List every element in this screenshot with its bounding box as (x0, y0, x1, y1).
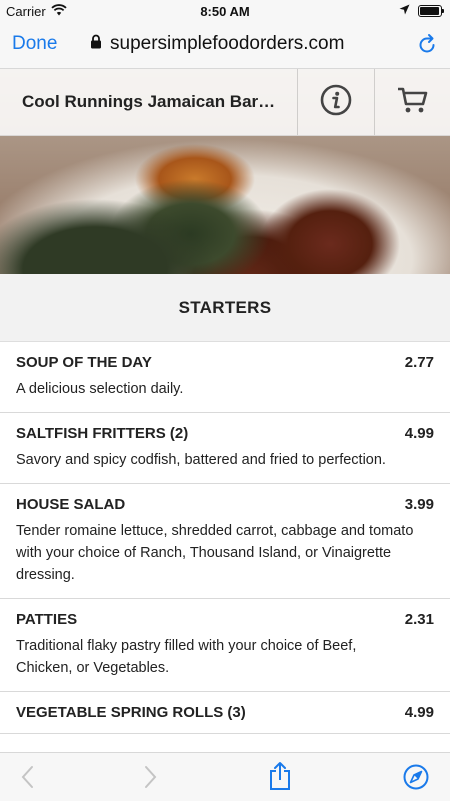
location-arrow-icon (399, 3, 410, 18)
forward-icon[interactable] (142, 765, 158, 794)
menu-item-description: Savory and spicy codfish, battered and f… (16, 452, 386, 468)
section-header: STARTERS (0, 274, 450, 342)
menu-item[interactable]: VEGETABLE SPRING ROLLS (3) 4.99 (0, 692, 450, 734)
menu-item-row: SOUP OF THE DAY 2.77 (16, 354, 434, 371)
restaurant-name: Cool Runnings Jamaican Bar & Grill (22, 92, 277, 111)
browser-toolbar (0, 752, 450, 801)
lock-icon (90, 33, 102, 55)
cart-icon (396, 85, 430, 120)
menu-item-row: SALTFISH FRITTERS (2) 4.99 (16, 425, 434, 442)
status-time: 8:50 AM (200, 4, 250, 19)
menu-item-name: VEGETABLE SPRING ROLLS (3) (16, 704, 246, 721)
info-button[interactable] (298, 69, 374, 135)
section-title: STARTERS (178, 298, 272, 317)
menu-item-price: 2.77 (404, 354, 434, 371)
menu-item[interactable]: HOUSE SALAD 3.99 Tender romaine lettuce,… (0, 484, 450, 599)
share-icon[interactable] (268, 761, 292, 796)
compass-icon[interactable] (403, 764, 429, 795)
menu-item-name: HOUSE SALAD (16, 496, 126, 513)
browser-address-bar: Done supersimplefoodorders.com (0, 22, 450, 69)
menu-item[interactable]: PATTIES 2.31 Traditional flaky pastry fi… (0, 599, 450, 692)
menu-item-row: VEGETABLE SPRING ROLLS (3) 4.99 (16, 704, 434, 721)
url-field[interactable]: supersimplefoodorders.com (90, 33, 344, 55)
status-bar: Carrier 8:50 AM (0, 0, 450, 22)
menu-item-price: 4.99 (404, 425, 434, 442)
menu-item-name: SOUP OF THE DAY (16, 354, 152, 371)
menu-item-name: PATTIES (16, 611, 78, 628)
back-icon[interactable] (20, 765, 36, 794)
menu-list: SOUP OF THE DAY 2.77 A delicious selecti… (0, 342, 450, 734)
battery-icon (418, 4, 444, 17)
menu-item[interactable]: SALTFISH FRITTERS (2) 4.99 Savory and sp… (0, 413, 450, 484)
menu-item-price: 2.31 (404, 611, 434, 628)
menu-item-price: 4.99 (404, 704, 434, 721)
info-icon (320, 84, 352, 121)
reload-icon[interactable] (416, 33, 438, 60)
restaurant-header: Cool Runnings Jamaican Bar & Grill (0, 69, 450, 136)
menu-item-row: PATTIES 2.31 (16, 611, 434, 628)
menu-item-name: SALTFISH FRITTERS (2) (16, 425, 189, 442)
status-right-group (399, 3, 444, 18)
url-text: supersimplefoodorders.com (110, 33, 345, 54)
menu-item[interactable]: SOUP OF THE DAY 2.77 A delicious selecti… (0, 342, 450, 413)
menu-item-price: 3.99 (404, 496, 434, 513)
menu-item-description: Traditional flaky pastry filled with you… (16, 638, 357, 676)
done-button[interactable]: Done (12, 33, 57, 55)
menu-item-description: A delicious selection daily. (16, 381, 184, 397)
menu-item-description: Tender romaine lettuce, shredded carrot,… (16, 523, 414, 583)
cart-button[interactable] (375, 69, 450, 135)
menu-item-row: HOUSE SALAD 3.99 (16, 496, 434, 513)
